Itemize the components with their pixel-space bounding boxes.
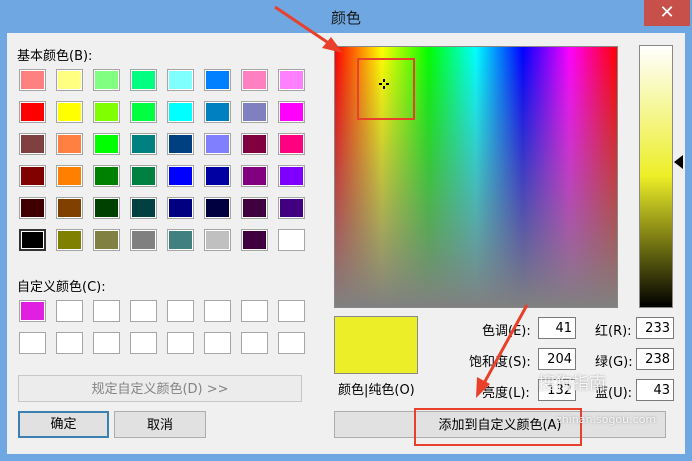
watermark-url: zhinan.sogou.com — [556, 413, 657, 426]
color-dialog-window: 颜色 ✕ 基本颜色(B): 自定义颜色(C): 规定自定义颜色(D) >> 确定… — [0, 0, 692, 461]
arrow-to-add-button-icon — [476, 304, 529, 398]
watermark-brand: 搜狗指南 — [538, 374, 606, 394]
arrow-to-spectrum-icon — [274, 5, 343, 53]
